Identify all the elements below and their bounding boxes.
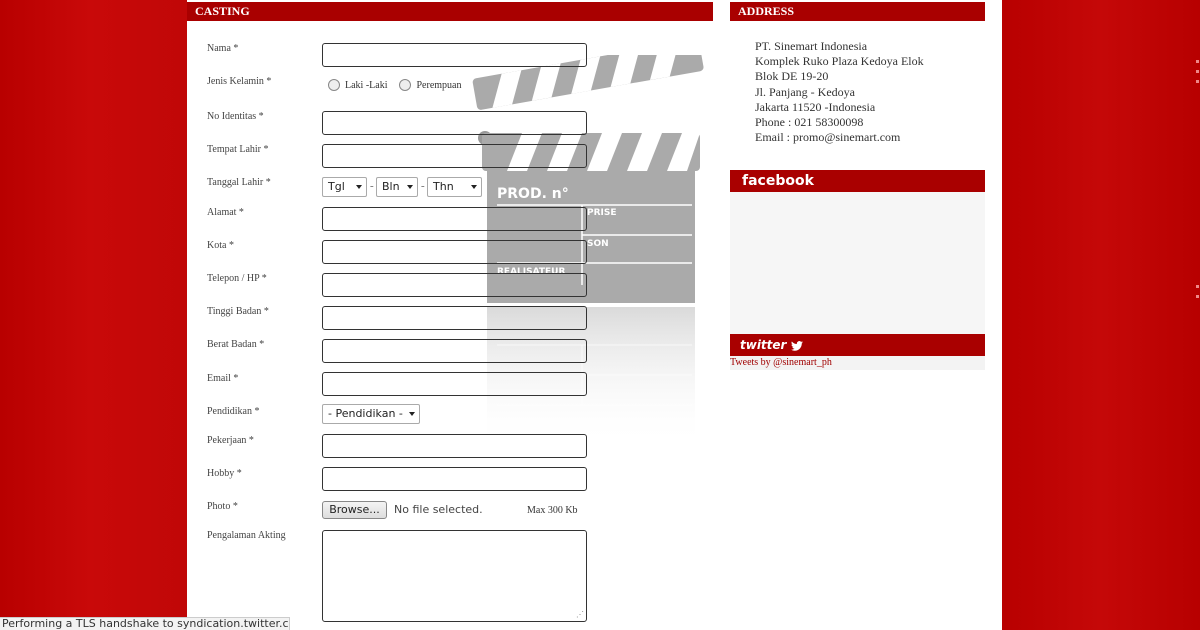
facebook-header: facebook bbox=[730, 170, 985, 192]
hobby-input[interactable] bbox=[322, 467, 587, 491]
twitter-header-text: twitter bbox=[740, 338, 787, 352]
label-tempat-lahir: Tempat Lahir * bbox=[207, 144, 269, 155]
gender-radio-group: Laki -Laki Perempuan bbox=[328, 79, 461, 91]
address-line: Email : promo@sinemart.com bbox=[755, 130, 901, 145]
email-input[interactable] bbox=[322, 372, 587, 396]
browser-status-bar: Performing a TLS handshake to syndicatio… bbox=[0, 617, 290, 630]
chevron-down-icon bbox=[407, 185, 413, 189]
label-no-identitas: No Identitas * bbox=[207, 111, 264, 122]
clapper-prod-text: PROD. n° bbox=[497, 186, 569, 202]
label-pengalaman-akting: Pengalaman Akting bbox=[207, 530, 286, 541]
address-line: Jl. Panjang - Kedoya bbox=[755, 84, 855, 99]
label-telepon: Telepon / HP * bbox=[207, 273, 267, 284]
telepon-input[interactable] bbox=[322, 273, 587, 297]
clapper-son-text: SON bbox=[587, 239, 609, 249]
label-email: Email * bbox=[207, 373, 239, 384]
date-separator: - bbox=[421, 180, 425, 192]
address-line: Phone : 021 58300098 bbox=[755, 115, 864, 130]
gender-label-laki: Laki -Laki bbox=[345, 79, 388, 91]
label-tanggal-lahir: Tanggal Lahir * bbox=[207, 177, 271, 188]
day-select-value: Tgl bbox=[328, 180, 345, 193]
tanggal-month-select[interactable]: Bln bbox=[376, 177, 418, 197]
date-separator: - bbox=[370, 180, 374, 192]
label-berat-badan: Berat Badan * bbox=[207, 339, 265, 350]
label-photo: Photo * bbox=[207, 501, 238, 512]
pengalaman-akting-textarea[interactable]: ⋰ bbox=[322, 530, 587, 622]
kota-input[interactable] bbox=[322, 240, 587, 264]
gender-radio-perempuan[interactable] bbox=[399, 79, 412, 91]
label-hobby: Hobby * bbox=[207, 468, 242, 479]
address-line: PT. Sinemart Indonesia bbox=[755, 39, 868, 53]
no-file-text: No file selected. bbox=[394, 503, 483, 516]
gender-label-perempuan: Perempuan bbox=[416, 79, 462, 91]
tempat-lahir-input[interactable] bbox=[322, 144, 587, 168]
tanggal-day-select[interactable]: Tgl bbox=[322, 177, 367, 197]
clapper-prise-text: PRISE bbox=[587, 208, 617, 218]
facebook-widget bbox=[730, 192, 985, 334]
year-select-value: Thn bbox=[433, 180, 454, 193]
label-jenis-kelamin: Jenis Kelamin * bbox=[207, 76, 272, 87]
label-alamat: Alamat * bbox=[207, 207, 244, 218]
address-line: Blok DE 19-20 bbox=[755, 69, 829, 84]
no-identitas-input[interactable] bbox=[322, 111, 587, 135]
alamat-input[interactable] bbox=[322, 207, 587, 231]
casting-header: CASTING bbox=[187, 2, 713, 21]
chevron-down-icon bbox=[409, 412, 415, 416]
label-pekerjaan: Pekerjaan * bbox=[207, 435, 254, 446]
tanggal-year-select[interactable]: Thn bbox=[427, 177, 482, 197]
twitter-header: twitter bbox=[730, 334, 985, 356]
label-kota: Kota * bbox=[207, 240, 234, 251]
twitter-bird-icon bbox=[790, 340, 803, 351]
page-container: CASTING ADDRESS PROD. n° PRISE SON REALI… bbox=[187, 0, 1002, 630]
max-size-note: Max 300 Kb bbox=[527, 505, 578, 516]
nama-input[interactable] bbox=[322, 43, 587, 67]
pendidikan-select[interactable]: - Pendidikan - bbox=[322, 404, 420, 424]
tinggi-badan-input[interactable] bbox=[322, 306, 587, 330]
address-block: PT. Sinemart Indonesia Komplek Ruko Plaz… bbox=[755, 39, 924, 145]
address-header: ADDRESS bbox=[730, 2, 985, 21]
month-select-value: Bln bbox=[382, 180, 400, 193]
chevron-down-icon bbox=[356, 185, 362, 189]
pendidikan-select-value: - Pendidikan - bbox=[328, 407, 403, 420]
berat-badan-input[interactable] bbox=[322, 339, 587, 363]
label-pendidikan: Pendidikan * bbox=[207, 406, 260, 417]
scrollbar[interactable] bbox=[1194, 60, 1200, 300]
tweets-by-link[interactable]: Tweets by @sinemart_ph bbox=[730, 357, 832, 368]
gender-radio-laki[interactable] bbox=[328, 79, 340, 91]
address-line: Jakarta 11520 -Indonesia bbox=[755, 99, 876, 114]
label-tinggi-badan: Tinggi Badan * bbox=[207, 306, 269, 317]
address-line: Komplek Ruko Plaza Kedoya Elok bbox=[755, 54, 924, 69]
browse-button[interactable]: Browse... bbox=[322, 501, 387, 519]
chevron-down-icon bbox=[471, 185, 477, 189]
pekerjaan-input[interactable] bbox=[322, 434, 587, 458]
label-nama: Nama * bbox=[207, 43, 239, 54]
resize-grip-icon[interactable]: ⋰ bbox=[576, 610, 584, 619]
